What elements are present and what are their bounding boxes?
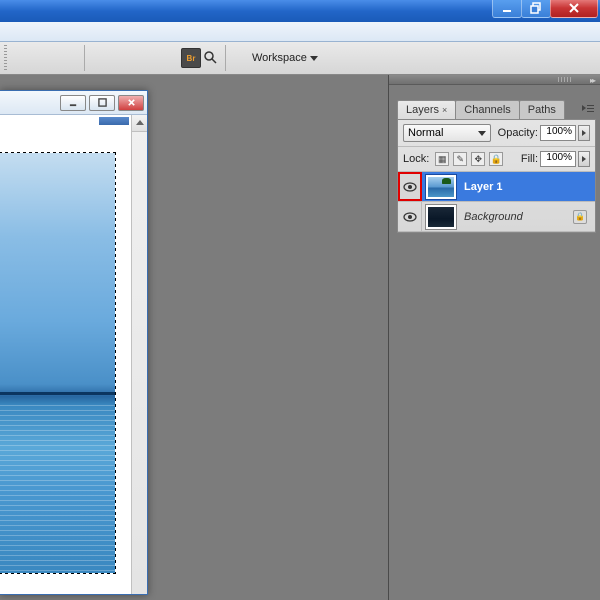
window-close-button[interactable] [550, 0, 598, 18]
document-scrollbar[interactable] [131, 115, 147, 594]
chevron-down-icon [310, 56, 318, 61]
chevron-right-icon [582, 130, 586, 136]
window-controls [493, 0, 598, 18]
blend-opacity-row: Normal Opacity: 100% [398, 120, 595, 147]
tab-paths[interactable]: Paths [519, 100, 565, 119]
document-controls [60, 95, 144, 111]
panel-tabs: Layers× Channels Paths [397, 99, 596, 119]
opacity-label: Opacity: [498, 127, 538, 139]
separator [84, 45, 85, 71]
layer-visibility-toggle[interactable] [398, 202, 422, 231]
collapse-chevs-icon[interactable]: ▸▸ [590, 76, 594, 85]
eye-icon [403, 182, 417, 192]
panels-column: ▸▸ Layers× Channels Paths Normal Opacity… [388, 75, 600, 600]
layer-visibility-toggle[interactable] [398, 172, 422, 201]
grip-icon [558, 77, 572, 82]
document-maximize-button[interactable] [89, 95, 115, 111]
opacity-input[interactable]: 100% [540, 125, 576, 141]
lock-buttons: ▦ ✎ ✥ 🔒 [435, 152, 503, 166]
document-close-button[interactable] [118, 95, 144, 111]
layers-panel: Layers× Channels Paths Normal Opacity: 1… [397, 99, 596, 233]
lock-transparency-button[interactable]: ▦ [435, 152, 449, 166]
panels-header[interactable]: ▸▸ [389, 75, 600, 85]
document-sizebar [99, 117, 129, 125]
search-icon [203, 50, 219, 66]
menu-bar [0, 22, 600, 42]
layer-thumbnail[interactable] [426, 205, 456, 229]
chevron-right-icon [582, 105, 586, 111]
blend-mode-dropdown[interactable]: Normal [403, 124, 491, 142]
separator [225, 45, 226, 71]
blend-mode-value: Normal [408, 127, 443, 139]
fill-label: Fill: [521, 153, 538, 165]
lock-position-button[interactable]: ✥ [471, 152, 485, 166]
tab-label: Layers [406, 104, 439, 116]
workspace-area: ▸▸ Layers× Channels Paths Normal Opacity… [0, 75, 600, 600]
lock-label: Lock: [403, 153, 429, 165]
chevron-right-icon [582, 156, 586, 162]
layer-thumbnail[interactable] [426, 175, 456, 199]
tab-layers[interactable]: Layers× [397, 100, 456, 119]
panel-menu-button[interactable] [582, 102, 596, 114]
bridge-icon[interactable]: Br [181, 48, 201, 68]
scroll-up-icon [136, 120, 144, 125]
close-icon[interactable]: × [442, 105, 447, 115]
eye-icon [403, 212, 417, 222]
document-window [0, 90, 148, 595]
document-titlebar[interactable] [0, 91, 147, 115]
panel-body: Normal Opacity: 100% Lock: ▦ ✎ ✥ [397, 119, 596, 233]
lock-icon: 🔒 [573, 210, 587, 224]
workspace-label: Workspace [252, 52, 307, 64]
fill-flyout-button[interactable] [578, 151, 590, 167]
layers-list: Layer 1 Background 🔒 [398, 172, 595, 232]
layer-row[interactable]: Background 🔒 [398, 202, 595, 232]
menu-lines-icon [587, 105, 594, 112]
options-bar: Br Workspace [0, 42, 600, 75]
tab-label: Paths [528, 104, 556, 116]
layer-name[interactable]: Background [460, 211, 573, 223]
document-minimize-button[interactable] [60, 95, 86, 111]
fill-input[interactable]: 100% [540, 151, 576, 167]
layer-row[interactable]: Layer 1 [398, 172, 595, 202]
workspace-dropdown[interactable]: Workspace [252, 52, 318, 64]
canvas-selection [0, 153, 115, 573]
lock-all-button[interactable]: 🔒 [489, 152, 503, 166]
lock-pixels-button[interactable]: ✎ [453, 152, 467, 166]
opacity-flyout-button[interactable] [578, 125, 590, 141]
window-restore-button[interactable] [521, 0, 551, 18]
window-minimize-button[interactable] [492, 0, 522, 18]
tab-label: Channels [464, 104, 510, 116]
document-canvas[interactable] [0, 129, 131, 594]
canvas-image-water [0, 405, 115, 573]
window-titlebar [0, 0, 600, 22]
chevron-down-icon [478, 131, 486, 136]
tab-channels[interactable]: Channels [455, 100, 519, 119]
layer-name[interactable]: Layer 1 [460, 181, 595, 193]
lock-fill-row: Lock: ▦ ✎ ✥ 🔒 Fill: 100% [398, 147, 595, 172]
